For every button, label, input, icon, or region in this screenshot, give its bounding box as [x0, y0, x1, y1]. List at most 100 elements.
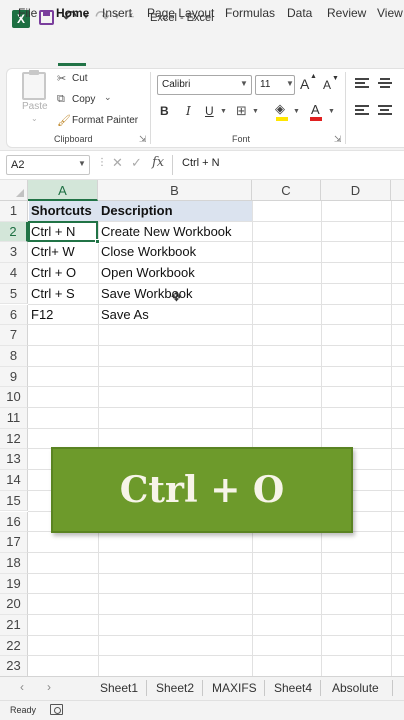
- row-header-16[interactable]: 16: [0, 511, 28, 533]
- format-painter-icon[interactable]: 🖌: [57, 114, 71, 127]
- enter-icon[interactable]: ✓: [131, 155, 142, 171]
- copy-icon[interactable]: ⧉: [57, 93, 65, 106]
- cell-a1[interactable]: Shortcuts: [28, 201, 98, 222]
- font-size-dropdown-icon[interactable]: ▼: [286, 79, 294, 88]
- tab-review[interactable]: Review: [327, 6, 366, 20]
- font-group-label: Font: [232, 134, 251, 144]
- column-header-d[interactable]: D: [321, 180, 391, 201]
- font-color-bar: [310, 117, 322, 121]
- underline-button[interactable]: U: [205, 104, 214, 118]
- fill-handle[interactable]: [95, 239, 100, 244]
- grow-font-button[interactable]: A: [300, 76, 309, 92]
- sheet-tab-2[interactable]: Sheet2: [156, 681, 194, 695]
- row-header-23[interactable]: 23: [0, 656, 28, 678]
- row-header-6[interactable]: 6: [0, 304, 28, 326]
- next-sheet-icon[interactable]: ›: [47, 680, 51, 694]
- cell-a6[interactable]: F12: [28, 305, 53, 326]
- name-box-dropdown-icon[interactable]: ▼: [78, 159, 86, 168]
- align-left-icon[interactable]: [355, 105, 369, 117]
- row-header-22[interactable]: 22: [0, 635, 28, 657]
- align-middle-icon[interactable]: [378, 78, 392, 90]
- font-launcher-icon[interactable]: ⇲: [334, 134, 342, 145]
- borders-icon[interactable]: ⊞: [236, 103, 247, 119]
- cell-b3[interactable]: Close Workbook: [98, 242, 196, 263]
- shrink-font-button[interactable]: A: [323, 78, 331, 92]
- sheet-tab-4[interactable]: Sheet4: [274, 681, 312, 695]
- row-header-10[interactable]: 10: [0, 387, 28, 408]
- row-header-13[interactable]: 13: [0, 449, 28, 471]
- more-icon[interactable]: ⋮: [97, 157, 107, 168]
- tab-page-layout[interactable]: Page Layout: [147, 6, 214, 20]
- cell-b2[interactable]: Create New Workbook: [98, 222, 232, 243]
- font-color-button[interactable]: A: [311, 102, 320, 117]
- cut-button[interactable]: Cut: [72, 73, 88, 84]
- gridline-vertical: [391, 201, 392, 676]
- accessibility-icon[interactable]: [50, 704, 63, 715]
- cancel-icon[interactable]: ✕: [112, 155, 123, 171]
- row-header-18[interactable]: 18: [0, 552, 28, 574]
- format-painter-button[interactable]: Format Painter: [72, 115, 138, 126]
- cell-a5[interactable]: Ctrl + S: [28, 284, 75, 305]
- font-color-dropdown-icon[interactable]: ▼: [328, 108, 335, 115]
- copy-button[interactable]: Copy: [72, 94, 95, 105]
- tab-view[interactable]: View: [377, 6, 403, 20]
- clipboard-launcher-icon[interactable]: ⇲: [139, 134, 147, 145]
- bold-button[interactable]: B: [160, 104, 169, 118]
- cell-b6[interactable]: Save As: [98, 305, 149, 326]
- save-icon[interactable]: [39, 10, 54, 25]
- row-header-5[interactable]: 5: [0, 283, 28, 305]
- row-header-15[interactable]: 15: [0, 490, 28, 512]
- borders-dropdown-icon[interactable]: ▼: [252, 108, 259, 115]
- insert-function-button[interactable]: fx: [152, 155, 164, 170]
- gridline-horizontal: [28, 593, 404, 595]
- column-header-a[interactable]: A: [28, 180, 98, 201]
- sheet-tab-3[interactable]: MAXIFS: [212, 681, 257, 695]
- scissors-icon[interactable]: ✂: [57, 72, 66, 85]
- tab-data[interactable]: Data: [287, 6, 312, 20]
- row-header-2[interactable]: 2: [0, 221, 28, 243]
- underline-dropdown-icon[interactable]: ▼: [220, 108, 227, 115]
- paste-icon[interactable]: [22, 70, 46, 100]
- paste-button[interactable]: Paste: [22, 101, 48, 112]
- copy-dropdown-icon[interactable]: ⌄: [104, 92, 112, 103]
- italic-button[interactable]: I: [186, 104, 191, 118]
- shrink-font-arrow-icon: ▼: [332, 75, 339, 82]
- row-header-12[interactable]: 12: [0, 428, 28, 450]
- sheet-tab-5[interactable]: Absolute: [332, 681, 379, 695]
- align-center-icon[interactable]: [378, 105, 392, 117]
- select-all-button[interactable]: [0, 180, 28, 201]
- row-header-3[interactable]: 3: [0, 242, 28, 264]
- row-header-14[interactable]: 14: [0, 470, 28, 491]
- gridline-vertical: [252, 201, 253, 676]
- row-header-9[interactable]: 9: [0, 366, 28, 388]
- fill-color-dropdown-icon[interactable]: ▼: [293, 108, 300, 115]
- row-header-8[interactable]: 8: [0, 345, 28, 367]
- paste-dropdown-icon[interactable]: ⌄: [31, 114, 38, 123]
- fill-color-icon[interactable]: ◈: [275, 101, 285, 117]
- cell-b4[interactable]: Open Workbook: [98, 263, 195, 284]
- sheet-tab-1[interactable]: Sheet1: [100, 681, 138, 695]
- column-header-c[interactable]: C: [252, 180, 321, 201]
- formula-input[interactable]: Ctrl + N: [182, 157, 220, 169]
- cell-a3[interactable]: Ctrl+ W: [28, 242, 75, 263]
- row-header-17[interactable]: 17: [0, 532, 28, 553]
- tab-insert[interactable]: Insert: [102, 6, 132, 20]
- row-header-19[interactable]: 19: [0, 573, 28, 595]
- tab-home[interactable]: Home: [56, 6, 89, 20]
- row-header-11[interactable]: 11: [0, 408, 28, 429]
- align-top-icon[interactable]: [355, 78, 369, 90]
- row-header-21[interactable]: 21: [0, 615, 28, 636]
- row-header-7[interactable]: 7: [0, 325, 28, 346]
- tab-formulas[interactable]: Formulas: [225, 6, 275, 20]
- font-name-dropdown-icon[interactable]: ▼: [240, 79, 248, 88]
- cell-a4[interactable]: Ctrl + O: [28, 263, 76, 284]
- gridline-horizontal: [28, 365, 404, 367]
- prev-sheet-icon[interactable]: ‹: [20, 680, 24, 694]
- column-header-b[interactable]: B: [98, 180, 252, 201]
- tab-file[interactable]: File: [18, 6, 37, 20]
- font-name-field[interactable]: Calibri: [157, 75, 252, 95]
- row-header-4[interactable]: 4: [0, 263, 28, 284]
- cell-b1[interactable]: Description: [98, 201, 252, 222]
- row-header-20[interactable]: 20: [0, 594, 28, 615]
- row-header-1[interactable]: 1: [0, 201, 28, 222]
